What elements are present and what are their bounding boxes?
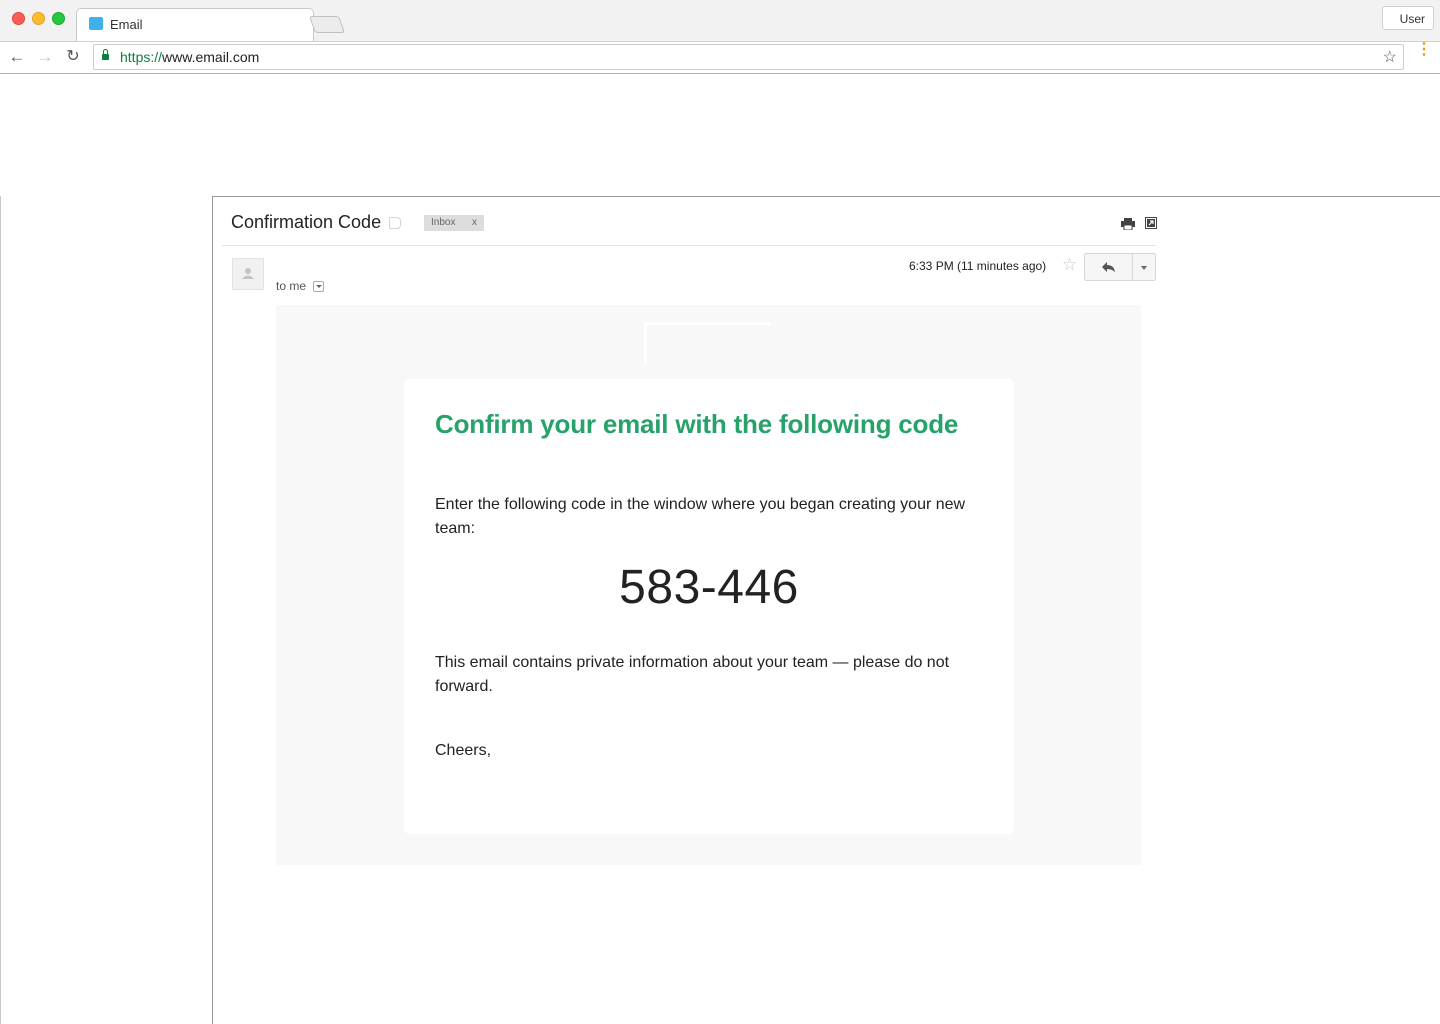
minimize-window-button[interactable] <box>32 12 45 25</box>
url-host: www.email.com <box>162 49 260 65</box>
sender-avatar[interactable] <box>232 258 264 290</box>
close-window-button[interactable] <box>12 12 25 25</box>
browser-toolbar: ← → ↻ https://www.email.com ☆ ⋮ <box>0 41 1440 74</box>
message-subject: Confirmation Code <box>231 212 382 232</box>
confirmation-code: 583-446 <box>619 561 799 614</box>
kebab-menu-icon[interactable]: ⋮ <box>1416 42 1432 67</box>
inbox-label-chip[interactable]: Inbox x <box>424 215 484 231</box>
header-divider <box>222 245 1156 246</box>
profile-button[interactable]: User <box>1382 6 1434 30</box>
logo-image <box>644 322 771 364</box>
tab-title: Email <box>110 17 143 32</box>
email-heading: Confirm your email with the following co… <box>435 409 959 439</box>
inbox-label-text: Inbox <box>431 217 456 228</box>
reload-icon[interactable]: ↻ <box>62 46 84 68</box>
star-icon[interactable]: ☆ <box>1062 255 1077 275</box>
popout-icon[interactable] <box>1145 217 1157 229</box>
url-text: https://www.email.com <box>120 49 259 65</box>
lock-icon <box>102 49 109 60</box>
privacy-warning: This email contains private information … <box>435 654 950 695</box>
zoom-window-button[interactable] <box>52 12 65 25</box>
arrow-right-icon[interactable]: → <box>34 46 56 68</box>
instruction-paragraph: Enter the following code in the window w… <box>435 496 966 537</box>
recipient-details-dropdown[interactable] <box>313 281 324 292</box>
reply-button[interactable] <box>1084 253 1133 281</box>
star-icon[interactable]: ☆ <box>1383 47 1397 67</box>
address-bar[interactable]: https://www.email.com ☆ <box>93 44 1404 70</box>
recipient-text: to me <box>276 279 307 293</box>
label-icon[interactable] <box>389 217 401 229</box>
new-tab-button[interactable] <box>308 16 346 33</box>
favicon-icon <box>89 17 103 30</box>
tab-strip: Email User <box>0 0 1440 43</box>
arrow-left-icon[interactable]: ← <box>6 46 28 68</box>
url-scheme: https:// <box>120 49 163 65</box>
print-icon[interactable] <box>1121 218 1135 230</box>
left-pane-border <box>0 196 1 1024</box>
message-timestamp: 6:33 PM (11 minutes ago) <box>909 259 1047 273</box>
browser-tab[interactable]: Email <box>76 8 314 43</box>
reply-icon <box>1101 261 1115 272</box>
remove-label-button[interactable]: x <box>472 215 477 231</box>
signoff-text: Cheers, <box>435 742 492 759</box>
person-icon <box>242 268 254 279</box>
more-actions-button[interactable] <box>1132 253 1156 281</box>
